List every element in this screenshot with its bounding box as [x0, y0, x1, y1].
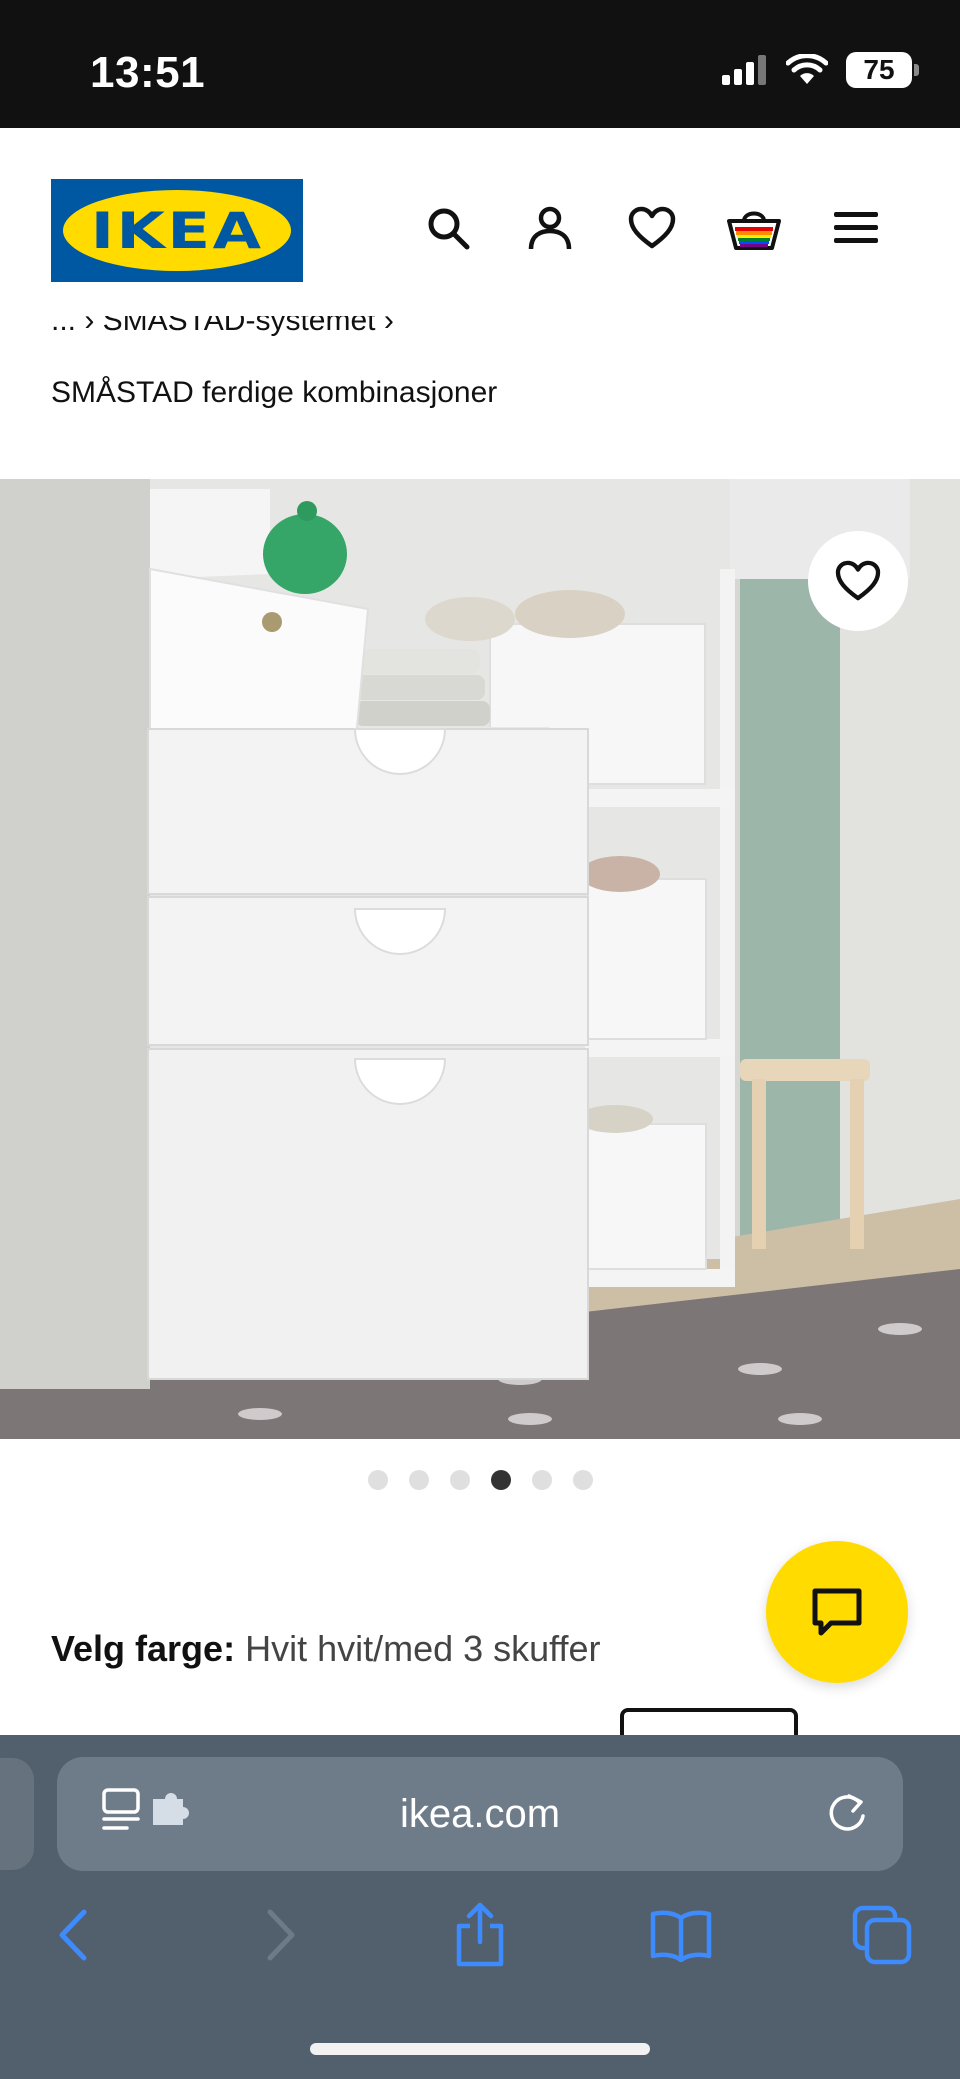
carousel-dot[interactable] [490, 1470, 511, 1490]
share-button[interactable] [445, 1900, 515, 1970]
color-value: Hvit hvit/med 3 skuffer [245, 1628, 601, 1669]
image-carousel-dots [0, 1470, 960, 1490]
address-bar[interactable]: ikea.com [57, 1757, 903, 1871]
menu-button[interactable] [828, 200, 884, 256]
status-bar: 13:51 75 [0, 0, 960, 128]
carousel-dot[interactable] [367, 1470, 388, 1490]
chevron-right-icon [267, 1909, 295, 1961]
tabs-button[interactable] [847, 1900, 917, 1970]
account-button[interactable] [522, 200, 578, 256]
menu-icon [834, 212, 878, 243]
header-actions [420, 200, 884, 256]
search-icon [428, 208, 470, 250]
chevron-left-icon [59, 1909, 87, 1961]
logo-oval: IKEA [63, 190, 291, 271]
share-icon [456, 1902, 504, 1967]
tabs-icon [852, 1905, 912, 1965]
carousel-dot[interactable] [572, 1470, 593, 1490]
search-button[interactable] [420, 200, 476, 256]
reload-icon [829, 1794, 865, 1831]
book-icon [650, 1910, 712, 1962]
status-time: 13:51 [90, 48, 206, 97]
browser-toolbar [0, 1900, 960, 1970]
basket-button[interactable] [726, 200, 782, 256]
status-indicators: 75 [722, 52, 919, 88]
heart-icon [835, 560, 881, 601]
product-photo [0, 479, 960, 1439]
site-header: IKEA [0, 128, 960, 308]
ikea-logo[interactable]: IKEA [51, 179, 303, 282]
carousel-dot[interactable] [449, 1470, 470, 1490]
previous-tab-edge[interactable] [0, 1758, 34, 1870]
chat-icon [812, 1588, 862, 1636]
bookmarks-button[interactable] [646, 1900, 716, 1970]
chat-button[interactable] [766, 1541, 908, 1683]
breadcrumb-current[interactable]: SMÅSTAD ferdige kombinasjoner [51, 376, 497, 410]
product-image[interactable] [0, 479, 960, 1439]
back-button[interactable] [38, 1900, 108, 1970]
favorites-button[interactable] [624, 200, 680, 256]
heart-icon [628, 206, 676, 249]
reload-button[interactable] [825, 1790, 869, 1841]
color-label: Velg farge: [51, 1628, 236, 1669]
cellular-signal-icon [722, 55, 766, 85]
breadcrumb-path[interactable]: ... › SMÅSTAD-systemet › [51, 316, 394, 338]
carousel-dot[interactable] [408, 1470, 429, 1490]
account-icon [528, 206, 572, 250]
wifi-icon [786, 54, 828, 84]
save-to-favorites-button[interactable] [808, 531, 908, 631]
battery-indicator: 75 [846, 52, 919, 88]
url-text[interactable]: ikea.com [57, 1757, 903, 1871]
home-indicator [310, 2043, 650, 2055]
color-selector: Velg farge: Hvit hvit/med 3 skuffer [51, 1628, 601, 1670]
carousel-dot[interactable] [531, 1470, 552, 1490]
logo-text: IKEA [90, 201, 264, 260]
breadcrumb[interactable]: ... › SMÅSTAD-systemet › [51, 316, 651, 352]
forward-button[interactable] [246, 1900, 316, 1970]
basket-icon [727, 211, 781, 250]
